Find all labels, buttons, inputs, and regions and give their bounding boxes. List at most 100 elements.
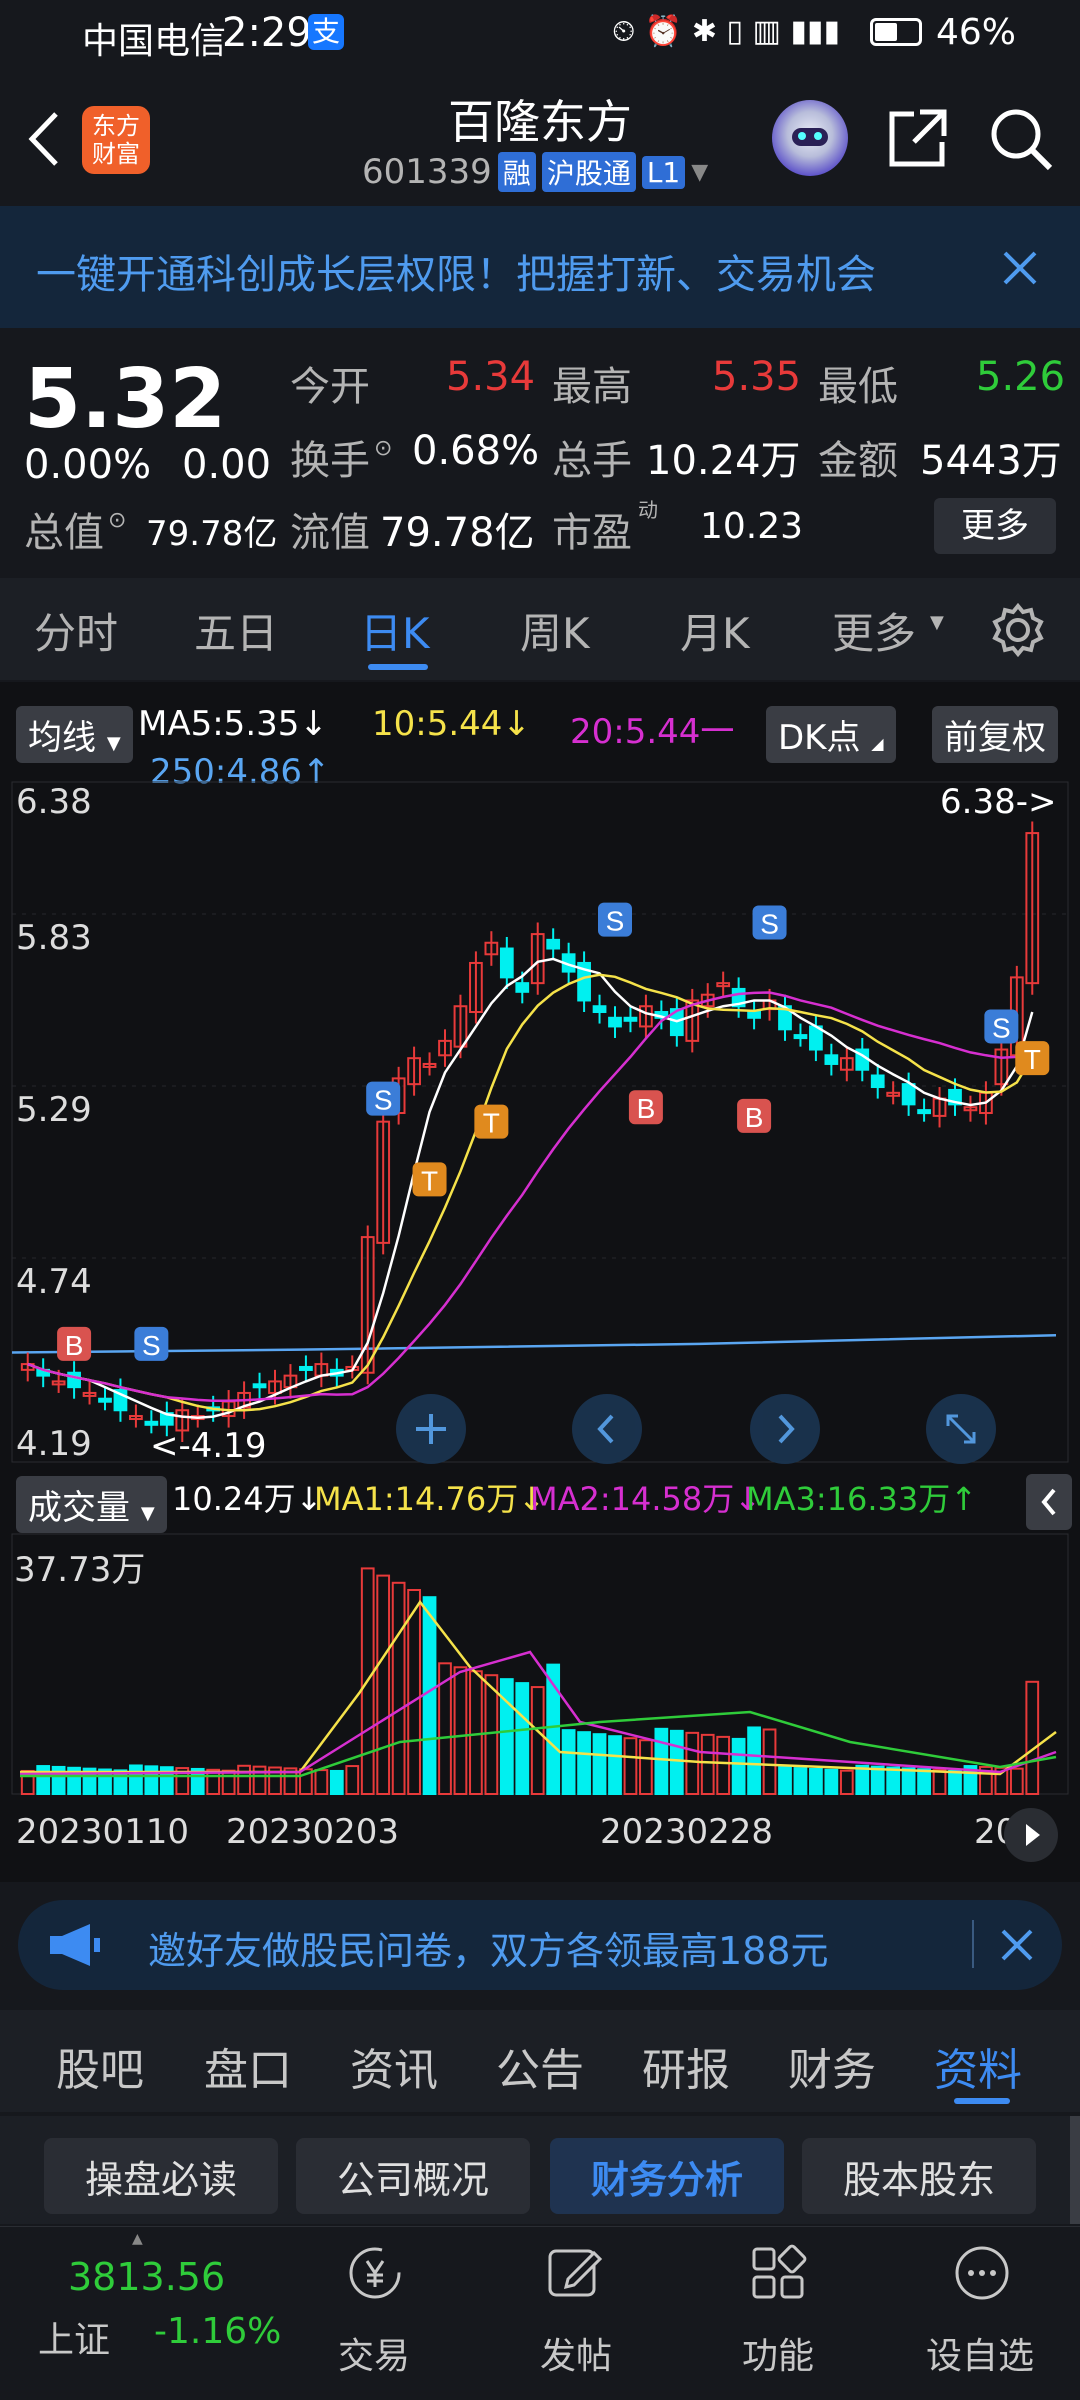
volume-bar [639, 1739, 653, 1795]
volume-bar [886, 1766, 901, 1796]
mktcap-value: 79.78亿 [146, 514, 278, 554]
subtab-financial-analysis[interactable]: 财务分析 [550, 2138, 784, 2214]
nav-functions[interactable] [748, 2243, 818, 2307]
float-label: 流值 [290, 510, 370, 556]
change-value: 0.00 [182, 442, 272, 488]
candle-body [546, 938, 561, 950]
y-label-top: 6.38 [16, 782, 92, 822]
scrollbar[interactable] [1070, 2116, 1080, 2224]
nav-post-label[interactable]: 发帖 [540, 2327, 612, 2379]
date-label-2: 20230203 [226, 1812, 400, 1852]
indicator-selector[interactable]: 成交量 ▼ [16, 1476, 167, 1533]
share-icon[interactable] [886, 106, 950, 170]
next-page-button[interactable] [1004, 1808, 1058, 1862]
chevron-left-icon [597, 1414, 614, 1444]
tab-daily-k[interactable]: 日K [360, 600, 430, 661]
signal-marker-B: B [628, 1090, 663, 1125]
change-pct: 0.00% [24, 442, 152, 488]
chevron-right-icon [778, 1414, 795, 1444]
subtab-shareholders[interactable]: 股本股东 [802, 2138, 1036, 2214]
settings-gear-icon[interactable] [990, 602, 1046, 658]
nav-post[interactable] [544, 2243, 614, 2307]
pe-value: 10.23 [700, 506, 804, 547]
candle-body [824, 1054, 839, 1065]
vol-ma2-legend: MA2:14.58万↓ [530, 1480, 762, 1518]
signal-marker-B: B [57, 1326, 92, 1361]
tab-announcement[interactable]: 公告 [496, 2034, 584, 2098]
signal-marker-T: T [1015, 1041, 1050, 1076]
tab-fenshi[interactable]: 分时 [34, 600, 118, 661]
volume-bar [809, 1767, 823, 1795]
signal-marker-S-label: S [992, 1012, 1011, 1043]
subtab-trading-guide[interactable]: 操盘必读 [44, 2138, 278, 2214]
tab-weekly-k[interactable]: 周K [520, 600, 590, 661]
nav-trade[interactable] [340, 2243, 410, 2307]
volume-bar [144, 1765, 159, 1796]
scroll-right-button[interactable] [750, 1394, 820, 1464]
nav-trade-label[interactable]: 交易 [338, 2327, 410, 2379]
chevron-down-icon[interactable]: ▼ [691, 160, 708, 185]
profile-subtabs: 操盘必读 公司概况 财务分析 股本股东 [0, 2116, 1080, 2224]
volume-bar [453, 1666, 468, 1796]
volume-bar [577, 1731, 591, 1796]
volume-bar [778, 1766, 792, 1795]
chevron-down-icon[interactable]: ▼ [930, 612, 944, 633]
tab-more[interactable]: 更多 [832, 600, 916, 661]
signal-marker-T: T [474, 1104, 509, 1139]
index-value[interactable]: 3813.56 [68, 2255, 225, 2299]
subtab-company-overview[interactable]: 公司概况 [296, 2138, 530, 2214]
nav-add-watchlist-label[interactable]: 设自选 [926, 2327, 1034, 2379]
tab-pankou[interactable]: 盘口 [204, 2034, 292, 2098]
tab-monthly-k[interactable]: 月K [680, 600, 750, 661]
index-name[interactable]: 上证 [38, 2311, 110, 2363]
kline-frame [11, 781, 1069, 1463]
fullscreen-button[interactable] [926, 1394, 996, 1464]
tab-guba[interactable]: 股吧 [56, 2034, 144, 2098]
volume-bar [376, 1574, 391, 1795]
scroll-left-button[interactable] [572, 1394, 642, 1464]
tab-profile[interactable]: 资料 [934, 2034, 1022, 2098]
info-icon[interactable]: ⊙ [374, 436, 392, 461]
float-value: 79.78亿 [380, 510, 535, 556]
megaphone-icon [50, 1924, 100, 1966]
low-label: 最低 [818, 364, 898, 410]
yen-circle-icon [349, 2247, 401, 2299]
promo-banner[interactable]: 一键开通科创成长层权限！把握打新、交易机会 [0, 206, 1080, 328]
volume-bar [221, 1769, 236, 1795]
close-icon[interactable] [1002, 250, 1038, 286]
search-icon[interactable] [988, 106, 1054, 172]
zoom-in-button[interactable] [396, 1394, 466, 1464]
nav-functions-label[interactable]: 功能 [742, 2327, 814, 2379]
volume-legend: 10.24万↓ [172, 1480, 323, 1518]
collapse-panel-button[interactable] [1026, 1474, 1072, 1530]
tab-wuri[interactable]: 五日 [194, 600, 278, 661]
candle-body [515, 982, 530, 993]
volume-label: 总手 [552, 438, 632, 484]
volume-bar [901, 1767, 916, 1796]
y-label-4: 4.74 [16, 1262, 92, 1302]
signal-marker-B-label: B [745, 1102, 764, 1133]
more-button[interactable]: 更多 [934, 498, 1056, 554]
volume-bar [469, 1670, 483, 1795]
y-label-3: 5.29 [16, 1090, 92, 1130]
banner-text[interactable]: 一键开通科创成长层权限！把握打新、交易机会 [36, 242, 876, 300]
volume-bar [716, 1735, 731, 1796]
volume-bar [762, 1728, 777, 1796]
signal-marker-B-label: B [65, 1330, 84, 1361]
open-label: 今开 [290, 364, 370, 410]
robot-assistant-icon[interactable] [772, 100, 848, 176]
volume-bar [36, 1765, 51, 1795]
tab-research[interactable]: 研报 [642, 2034, 730, 2098]
tab-news[interactable]: 资讯 [350, 2034, 438, 2098]
battery-icon [870, 18, 922, 46]
nav-add-watchlist[interactable] [952, 2243, 1022, 2307]
invite-promo[interactable]: 邀好友做股民问卷，双方各领最高188元 [18, 1900, 1062, 1990]
volume-ymax: 37.73万 [14, 1550, 146, 1590]
volume-bar [391, 1581, 406, 1795]
kline-chart-area[interactable]: 均线 ▼ MA5:5.35↓ 10:5.44↓ 20:5.44一 250:4.8… [0, 682, 1080, 1882]
index-change[interactable]: -1.16% [154, 2311, 281, 2352]
tab-finance[interactable]: 财务 [788, 2034, 876, 2098]
close-icon[interactable] [1000, 1928, 1034, 1962]
info-icon[interactable]: ⊙ [108, 508, 126, 533]
promo-text[interactable]: 邀好友做股民问卷，双方各领最高188元 [148, 1920, 829, 1975]
